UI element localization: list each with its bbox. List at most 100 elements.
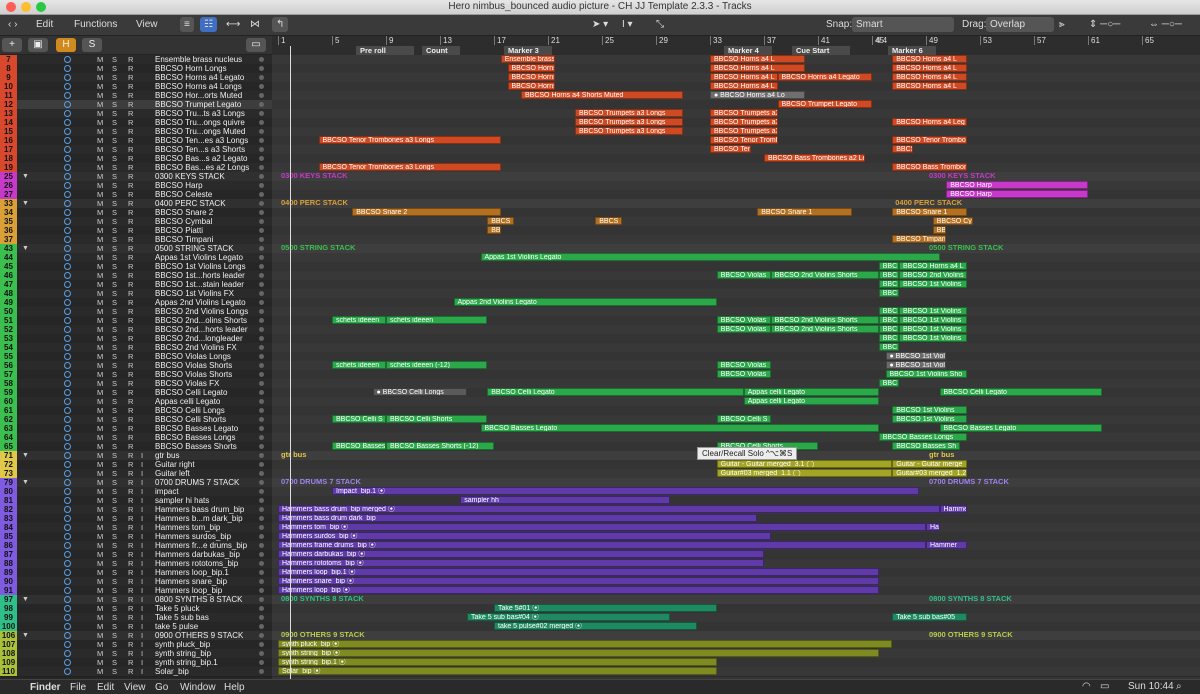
record-button[interactable]: R [128,397,133,406]
track-on-icon[interactable] [64,182,71,189]
mute-button[interactable]: M [97,163,103,172]
region[interactable]: BBCSO Violas [716,370,771,378]
mute-button[interactable]: M [97,109,103,118]
record-button[interactable]: R [128,532,133,541]
track-on-icon[interactable] [64,479,71,486]
input-monitor-button[interactable]: I [141,523,143,532]
solo-button[interactable]: S [112,613,117,622]
record-button[interactable]: R [128,388,133,397]
hide-button[interactable]: H [56,38,76,52]
record-button[interactable]: R [128,460,133,469]
region[interactable]: BBCSO Tenor Trombon [892,136,967,144]
mute-button[interactable]: M [97,91,103,100]
mute-button[interactable]: M [97,235,103,244]
record-button[interactable]: R [128,667,133,676]
solo-button[interactable]: S [112,406,117,415]
stack-disclosure-icon[interactable]: ▼ [22,172,29,181]
track-on-icon[interactable] [64,344,71,351]
region[interactable]: Guitar#03 merged_1.1 ◯ [716,469,893,477]
mute-button[interactable]: M [97,568,103,577]
solo-button[interactable]: S [112,64,117,73]
track-on-icon[interactable] [64,650,71,657]
solo-button[interactable]: S [112,199,117,208]
region[interactable]: BBCSO 1st Violins [899,325,967,333]
region[interactable]: Guitar - Guitar merge [892,460,967,468]
region[interactable]: Hammers bass drum dark_bip [278,514,758,522]
solo-button[interactable]: S [112,541,117,550]
menu-edit[interactable]: Edit [97,682,114,694]
drag-select[interactable]: Overlap [986,17,1054,32]
record-button[interactable]: R [128,64,133,73]
playhead[interactable] [290,46,291,679]
region[interactable]: BBCSO Harp [946,181,1088,189]
record-button[interactable]: R [128,82,133,91]
battery-icon[interactable]: ▭ [1100,681,1109,693]
region[interactable]: BBCSO Celli S [716,415,771,423]
track-on-icon[interactable] [64,614,71,621]
track-on-icon[interactable] [64,146,71,153]
mute-button[interactable]: M [97,487,103,496]
input-monitor-button[interactable]: I [141,613,143,622]
record-button[interactable]: R [128,109,133,118]
list-view-icon[interactable]: ≡ [180,17,194,32]
input-monitor-button[interactable]: I [141,487,143,496]
mute-button[interactable]: M [97,118,103,127]
track-on-icon[interactable] [64,371,71,378]
solo-button[interactable]: S [112,145,117,154]
track-on-icon[interactable] [64,83,71,90]
pointer-tool-icon[interactable]: ➤ ▾ [588,17,612,32]
record-button[interactable]: R [128,244,133,253]
mute-button[interactable]: M [97,100,103,109]
mute-button[interactable]: M [97,316,103,325]
mute-button[interactable]: M [97,559,103,568]
region[interactable]: sampler hh [460,496,670,504]
record-button[interactable]: R [128,316,133,325]
record-button[interactable]: R [128,235,133,244]
track-on-icon[interactable] [64,551,71,558]
region[interactable]: Take 5#01 ⦿ [494,604,717,612]
input-monitor-button[interactable]: I [141,568,143,577]
mute-button[interactable]: M [97,433,103,442]
region[interactable]: Hammers surdos_bip ⦿ [278,532,771,540]
track-on-icon[interactable] [64,56,71,63]
region[interactable]: BBC [878,379,899,387]
solo-button[interactable]: S [112,316,117,325]
mute-button[interactable]: M [97,577,103,586]
solo-button[interactable]: S [112,667,117,676]
region[interactable]: Hammers loop_bip ⦿ [278,586,879,594]
track-on-icon[interactable] [64,605,71,612]
region[interactable]: BBCSO Basses Shorts (-12) [386,442,494,450]
record-button[interactable]: R [128,217,133,226]
mute-button[interactable]: M [97,190,103,199]
track-on-icon[interactable] [64,119,71,126]
region[interactable]: BBCSO Violas [716,271,771,279]
region[interactable]: synth string_bip ⦿ [278,649,879,657]
track-on-icon[interactable] [64,299,71,306]
track-on-icon[interactable] [64,65,71,72]
solo-button[interactable]: S [112,271,117,280]
solo-button[interactable]: S [112,514,117,523]
record-button[interactable]: R [128,496,133,505]
record-button[interactable]: R [128,118,133,127]
solo-button[interactable]: S [112,397,117,406]
input-monitor-button[interactable]: I [141,604,143,613]
region[interactable]: Appas 2nd Violins Legato [453,298,717,306]
solo-button[interactable]: S [112,118,117,127]
solo-button[interactable]: S [112,586,117,595]
solo-button[interactable]: S [112,550,117,559]
mute-button[interactable]: M [97,145,103,154]
input-monitor-button[interactable]: I [141,559,143,568]
solo-button[interactable]: S [112,352,117,361]
solo-button[interactable]: S [112,280,117,289]
playhead-tool-icon[interactable]: ↰ [272,17,289,32]
record-button[interactable]: R [128,559,133,568]
mute-button[interactable]: M [97,226,103,235]
region[interactable]: ● BBCSO 1st Violi [885,361,947,369]
track-on-icon[interactable] [64,245,71,252]
mute-button[interactable]: M [97,379,103,388]
solo-button[interactable]: S [112,424,117,433]
track-on-icon[interactable] [64,353,71,360]
track-on-icon[interactable] [64,137,71,144]
solo-button[interactable]: S [112,649,117,658]
new-track-icon[interactable]: ▣ [28,38,48,52]
